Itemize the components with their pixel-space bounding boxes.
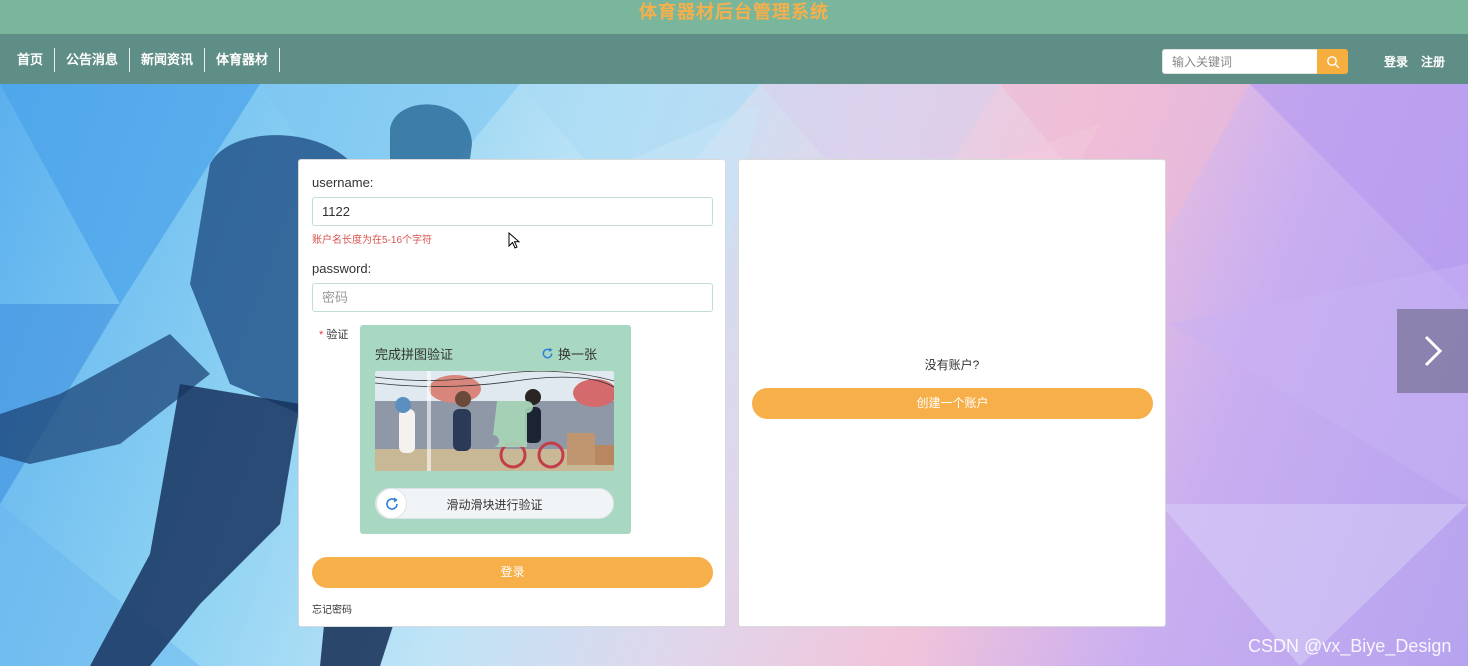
chevron-right-icon bbox=[1424, 335, 1442, 367]
login-button[interactable]: 登录 bbox=[312, 557, 713, 588]
slider-text: 滑动滑块进行验证 bbox=[446, 498, 543, 512]
username-field[interactable] bbox=[312, 197, 713, 226]
no-account-text: 没有账户? bbox=[924, 358, 980, 372]
background-banner bbox=[0, 84, 1468, 666]
verify-label-text: 验证 bbox=[326, 329, 349, 341]
main-nav: 首页 公告消息 新闻资讯 体育器材 bbox=[6, 48, 281, 72]
nav-item-news[interactable]: 新闻资讯 bbox=[130, 48, 206, 72]
watermark: CSDN @vx_Biye_Design bbox=[1248, 636, 1452, 656]
captcha-panel: 完成拼图验证 换一张 滑动滑块进行验证 bbox=[360, 325, 631, 534]
password-field[interactable] bbox=[312, 283, 713, 312]
captcha-title: 完成拼图验证 bbox=[375, 347, 454, 362]
forgot-password-link[interactable]: 忘记密码 bbox=[312, 601, 352, 616]
register-link[interactable]: 注册 bbox=[1421, 53, 1445, 70]
nav-item-announcements[interactable]: 公告消息 bbox=[55, 48, 131, 72]
captcha-slider[interactable]: 滑动滑块进行验证 bbox=[375, 488, 614, 519]
captcha-refresh-label: 换一张 bbox=[558, 347, 598, 362]
puzzle-illustration bbox=[375, 371, 614, 471]
nav-item-home[interactable]: 首页 bbox=[6, 48, 56, 72]
captcha-refresh-button[interactable]: 换一张 bbox=[541, 344, 597, 363]
username-error: 账户名长度为在5-16个字符 bbox=[312, 235, 433, 246]
search-icon bbox=[1326, 55, 1339, 68]
create-account-button[interactable]: 创建一个账户 bbox=[752, 388, 1153, 419]
verify-label: * 验证 bbox=[319, 326, 348, 342]
login-link[interactable]: 登录 bbox=[1384, 53, 1408, 70]
login-card: username: 账户名长度为在5-16个字符 password: * 验证 … bbox=[298, 159, 726, 627]
search-button[interactable] bbox=[1317, 49, 1348, 74]
password-label: password: bbox=[312, 261, 372, 276]
carousel-next-button[interactable] bbox=[1397, 309, 1468, 393]
low-poly-background bbox=[0, 84, 1468, 666]
username-label: username: bbox=[312, 175, 374, 190]
site-title: 体育器材后台管理系统 bbox=[639, 2, 829, 22]
mouse-cursor-icon bbox=[508, 232, 520, 249]
search-input[interactable] bbox=[1162, 49, 1318, 74]
captcha-puzzle-image bbox=[375, 371, 614, 471]
register-card: 没有账户? 创建一个账户 bbox=[738, 159, 1166, 627]
top-banner: 体育器材后台管理系统 bbox=[0, 0, 1468, 34]
nav-item-equipment[interactable]: 体育器材 bbox=[205, 48, 281, 72]
navbar: 首页 公告消息 新闻资讯 体育器材 登录 注册 bbox=[0, 34, 1468, 84]
refresh-icon bbox=[542, 347, 553, 359]
